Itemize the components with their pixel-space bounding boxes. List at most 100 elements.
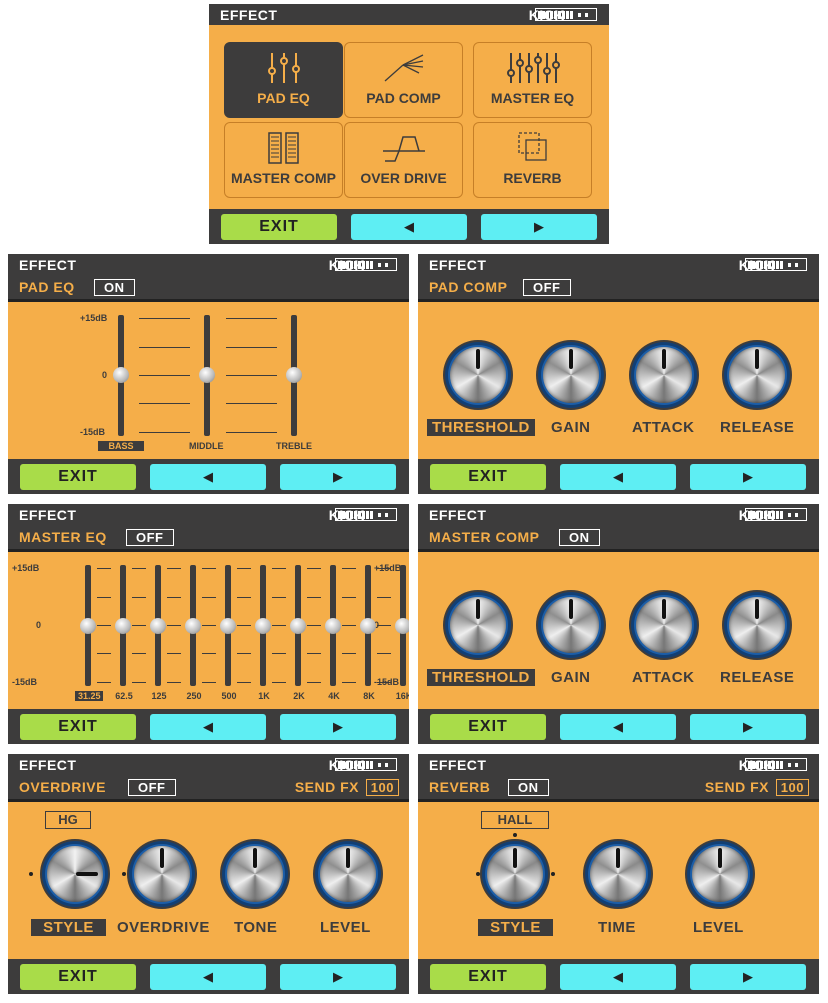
knob-label-threshold: THRESHOLD	[427, 419, 535, 436]
threshold-knob[interactable]	[443, 590, 513, 660]
gain-knob[interactable]	[536, 590, 606, 660]
menu-item-reverb[interactable]: REVERB	[473, 122, 592, 198]
time-knob[interactable]	[583, 839, 653, 909]
grid-line	[226, 403, 277, 404]
screen-title: EFFECT	[19, 257, 77, 273]
attack-knob[interactable]	[629, 590, 699, 660]
prev-button[interactable]: ◀	[351, 214, 467, 240]
send-fx-value[interactable]: 100	[775, 779, 809, 796]
send-fx-value[interactable]: 100	[365, 779, 399, 796]
clip-wave-icon	[382, 136, 425, 162]
menu-item-master-eq[interactable]: MASTER EQ	[473, 42, 592, 118]
exit-button[interactable]: EXIT	[20, 714, 136, 740]
master-eq-slider-thumb[interactable]	[325, 617, 341, 634]
style-knob[interactable]	[480, 839, 550, 909]
screen-title: EFFECT	[429, 507, 487, 523]
next-button[interactable]: ▶	[280, 714, 396, 740]
knob-label-level: LEVEL	[693, 919, 744, 936]
tone-knob[interactable]	[220, 839, 290, 909]
treble-slider-thumb[interactable]	[286, 367, 302, 383]
menu-item-pad-comp[interactable]: PAD COMP	[344, 42, 463, 118]
master-eq-slider-thumb[interactable]	[255, 617, 271, 634]
master-eq-band-label: 8K	[363, 691, 375, 701]
effect-state-toggle[interactable]: ON	[559, 529, 600, 546]
next-button[interactable]: ▶	[690, 464, 806, 490]
prev-button[interactable]: ◀	[560, 964, 676, 990]
master-eq-slider-thumb[interactable]	[290, 617, 306, 634]
effect-state-toggle[interactable]: OFF	[128, 779, 176, 796]
attack-knob[interactable]	[629, 340, 699, 410]
grid-line	[237, 597, 251, 598]
master-eq-slider-thumb[interactable]	[360, 617, 376, 634]
grid-line	[226, 318, 277, 319]
grid-line	[342, 625, 356, 626]
knob-label-threshold: THRESHOLD	[427, 669, 535, 686]
exit-button[interactable]: EXIT	[430, 464, 546, 490]
menu-item-label: OVER DRIVE	[360, 170, 447, 186]
next-button[interactable]: ▶	[280, 964, 396, 990]
release-knob[interactable]	[722, 590, 792, 660]
level-knob[interactable]	[685, 839, 755, 909]
prev-button[interactable]: ◀	[150, 714, 266, 740]
effect-state-toggle[interactable]: OFF	[523, 279, 571, 296]
gain-knob[interactable]	[536, 340, 606, 410]
master-eq-slider-thumb[interactable]	[395, 617, 409, 634]
grid-line	[377, 568, 391, 569]
grid-line	[202, 653, 216, 654]
bottom-bar: EXIT ◀ ▶	[8, 959, 409, 994]
knob-label-style: STYLE	[478, 919, 553, 936]
master-eq-slider-thumb[interactable]	[185, 617, 201, 634]
grid-line	[237, 653, 251, 654]
grid-line	[139, 347, 190, 348]
exit-button[interactable]: EXIT	[20, 964, 136, 990]
menu-item-master-comp[interactable]: MASTER COMP	[224, 122, 343, 198]
bottom-bar: EXIT ◀ ▶	[8, 709, 409, 744]
style-value-box: HALL	[481, 811, 549, 829]
next-button[interactable]: ▶	[690, 964, 806, 990]
exit-button[interactable]: EXIT	[20, 464, 136, 490]
level-knob[interactable]	[313, 839, 383, 909]
battery-icon	[745, 758, 807, 771]
effect-name: PAD COMP	[429, 279, 508, 295]
next-button[interactable]: ▶	[690, 714, 806, 740]
overlap-squares-icon	[517, 132, 547, 161]
prev-button[interactable]: ◀	[560, 464, 676, 490]
master-eq-slider-thumb[interactable]	[115, 617, 131, 634]
master-eq-slider-thumb[interactable]	[220, 617, 236, 634]
effect-header: REVERB ON SEND FX 100	[418, 775, 819, 799]
grid-line	[202, 568, 216, 569]
next-button[interactable]: ▶	[481, 214, 597, 240]
grid-line	[272, 625, 286, 626]
overdrive-knob[interactable]	[127, 839, 197, 909]
grid-line	[202, 682, 216, 683]
prev-button[interactable]: ◀	[560, 714, 676, 740]
bass-slider-thumb[interactable]	[113, 367, 129, 383]
grid-line	[307, 625, 321, 626]
effect-state-toggle[interactable]: ON	[508, 779, 549, 796]
middle-slider-thumb[interactable]	[199, 367, 215, 383]
grid-line	[97, 597, 111, 598]
menu-item-pad-eq[interactable]: PAD EQ	[224, 42, 343, 118]
battery-icon	[535, 8, 597, 21]
compressor-curve-icon	[384, 54, 423, 82]
menu-item-label: MASTER EQ	[490, 90, 575, 106]
next-button[interactable]: ▶	[280, 464, 396, 490]
battery-icon	[745, 508, 807, 521]
prev-button[interactable]: ◀	[150, 964, 266, 990]
exit-button[interactable]: EXIT	[430, 964, 546, 990]
master-eq-slider-thumb[interactable]	[80, 617, 96, 634]
style-knob[interactable]	[40, 839, 110, 909]
effect-state-toggle[interactable]: OFF	[126, 529, 174, 546]
release-knob[interactable]	[722, 340, 792, 410]
grid-line	[272, 653, 286, 654]
exit-button[interactable]: EXIT	[430, 714, 546, 740]
knob-max-dot	[551, 872, 555, 876]
knob-label-release: RELEASE	[720, 419, 795, 436]
master-eq-slider-thumb[interactable]	[150, 617, 166, 634]
send-fx-label: SEND FX	[704, 779, 769, 795]
effect-state-toggle[interactable]: ON	[94, 279, 135, 296]
threshold-knob[interactable]	[443, 340, 513, 410]
menu-item-over-drive[interactable]: OVER DRIVE	[344, 122, 463, 198]
prev-button[interactable]: ◀	[150, 464, 266, 490]
exit-button[interactable]: EXIT	[221, 214, 337, 240]
